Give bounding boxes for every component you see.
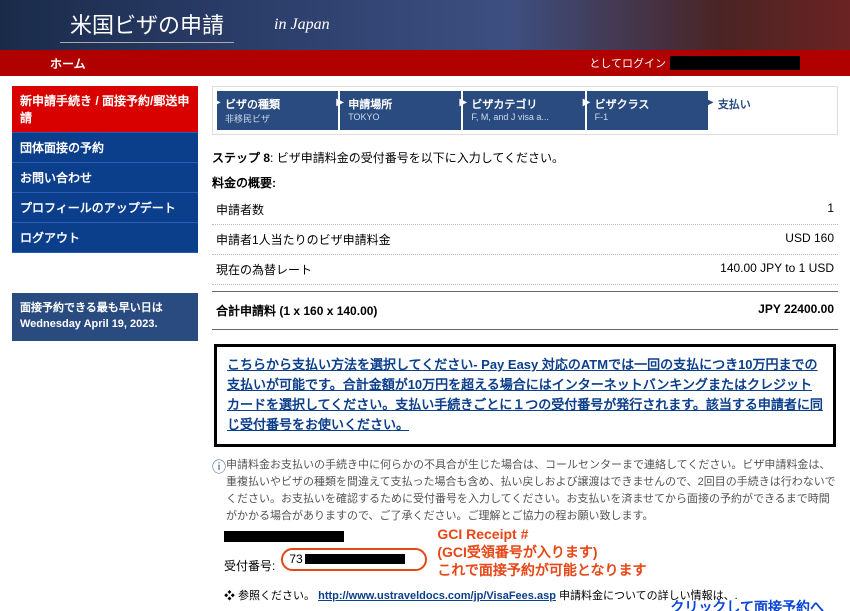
arrow-icon: ▶ [336, 97, 344, 108]
step-description: ステップ 8: ビザ申請料金の受付番号を以下に入力してください。 [212, 149, 838, 166]
step-visa-type[interactable]: ▶ビザの種類非移民ビザ [217, 91, 338, 130]
fee-row: 申請者1人当たりのビザ申請料金USD 160 [212, 225, 838, 255]
arrow-icon: ▶ [213, 97, 221, 108]
banner-subtitle: in Japan [274, 16, 330, 34]
banner-title: 米国ビザの申請 [60, 8, 234, 43]
sidebar: 新申請手続き / 面接予約/郵送申請 団体面接の予約 お問い合わせ プロフィール… [12, 86, 198, 611]
gci-annotation: GCI Receipt # (GCI受領番号が入ります) これで面接予約が可能と… [437, 525, 646, 580]
home-link[interactable]: ホーム [50, 55, 86, 72]
sidebar-item-group[interactable]: 団体面接の予約 [12, 133, 198, 163]
main-panel: ▶ビザの種類非移民ビザ ▶申請場所TOKYO ▶ビザカテゴリF, M, and … [198, 86, 838, 611]
login-label: としてログイン [589, 55, 666, 71]
click-annotation: クリックして面接予約へ [670, 597, 824, 611]
fee-row: 申請者数1 [212, 195, 838, 225]
receipt-number-input[interactable]: 73 [281, 548, 427, 571]
login-status: としてログイン [589, 55, 800, 71]
sidebar-item-logout[interactable]: ログアウト [12, 223, 198, 253]
step-payment: ▶支払い [710, 91, 831, 130]
step-location[interactable]: ▶申請場所TOKYO [340, 91, 461, 130]
redacted-value [305, 554, 405, 564]
fee-total: 合計申請料 (1 x 160 x 140.00)JPY 22400.00 [212, 291, 838, 330]
fees-link[interactable]: http://www.ustraveldocs.com/jp/VisaFees.… [318, 590, 556, 602]
login-username-redacted [670, 56, 800, 70]
receipt-area: 受付番号: 73 GCI Receipt # (GCI受領番号が入ります) これ… [224, 533, 838, 580]
earliest-date-box: 面接予約できる最も早い日は Wednesday April 19, 2023. [12, 293, 198, 341]
fee-row: 現在の為替レート140.00 JPY to 1 USD [212, 255, 838, 285]
payment-instruction-box[interactable]: こちらから支払い方法を選択してください- Pay Easy 対応のATMでは一回… [214, 344, 836, 447]
fee-header: 料金の概要: [212, 174, 838, 191]
content: 新申請手続き / 面接予約/郵送申請 団体面接の予約 お問い合わせ プロフィール… [0, 76, 850, 611]
arrow-icon: ▶ [706, 97, 714, 108]
sidebar-item-profile[interactable]: プロフィールのアップデート [12, 193, 198, 223]
redacted-bar [224, 531, 344, 542]
receipt-label: 受付番号: [224, 545, 275, 574]
breadcrumb-steps: ▶ビザの種類非移民ビザ ▶申請場所TOKYO ▶ビザカテゴリF, M, and … [212, 86, 838, 135]
step-class[interactable]: ▶ビザクラスF-1 [587, 91, 708, 130]
page-root: 米国ビザの申請 in Japan ホーム としてログイン 新申請手続き / 面接… [0, 0, 850, 611]
arrow-icon: ▶ [583, 97, 591, 108]
sidebar-item-contact[interactable]: お問い合わせ [12, 163, 198, 193]
step-category[interactable]: ▶ビザカテゴリF, M, and J visa a... [463, 91, 584, 130]
topbar: ホーム としてログイン [0, 50, 850, 76]
sidebar-item-new-application[interactable]: 新申請手続き / 面接予約/郵送申請 [12, 86, 198, 133]
disclaimer-note: 申請料金お支払いの手続き中に何らかの不具合が生じた場合は、コールセンターまで連絡… [226, 457, 838, 525]
arrow-icon: ▶ [459, 97, 467, 108]
banner: 米国ビザの申請 in Japan [0, 0, 850, 50]
